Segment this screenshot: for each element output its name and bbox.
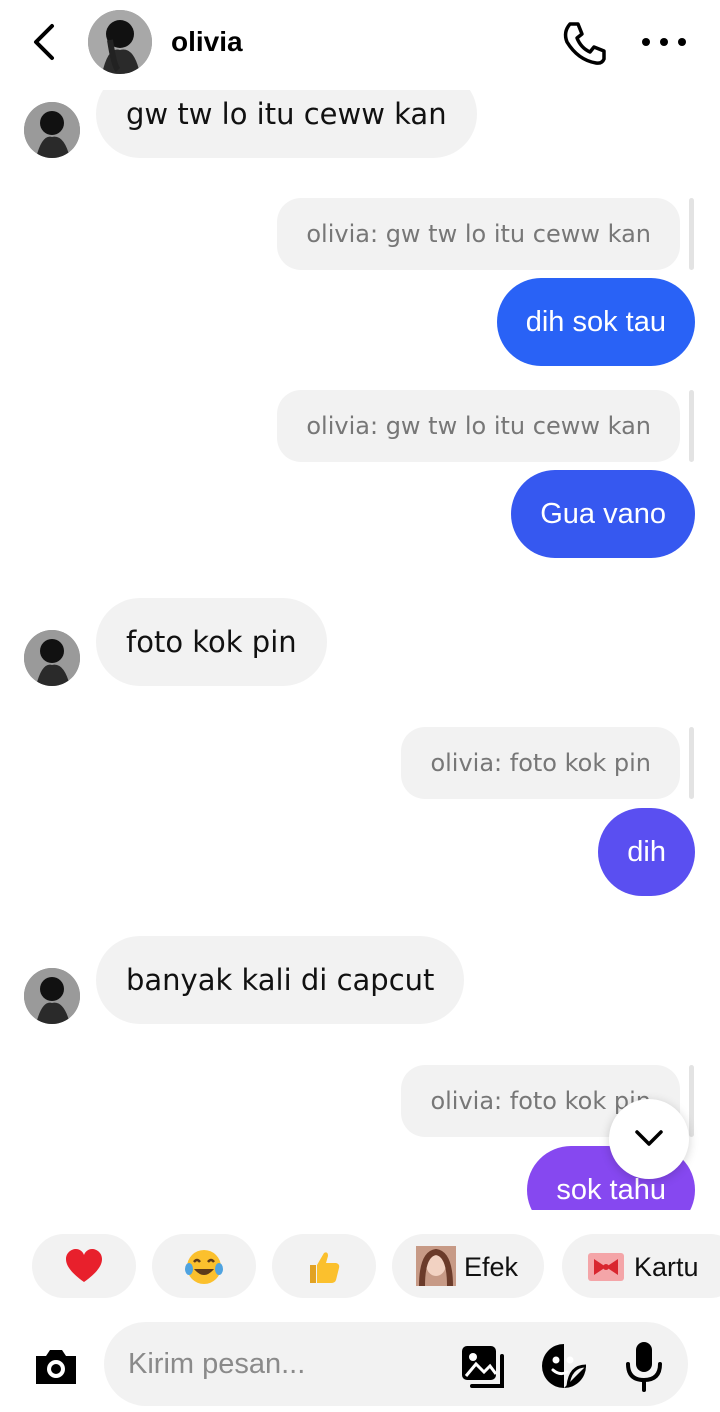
sender-avatar xyxy=(24,968,80,1024)
card-label: Kartu xyxy=(634,1252,699,1282)
tears-of-joy-icon xyxy=(185,1250,223,1284)
reply-quote[interactable]: olivia: gw tw lo itu ceww kan xyxy=(277,198,680,270)
effects-label: Efek xyxy=(464,1252,519,1282)
camera-button[interactable] xyxy=(32,1346,80,1388)
scroll-to-bottom-button[interactable] xyxy=(609,1099,689,1179)
reply-indicator xyxy=(689,198,694,270)
microphone-button[interactable] xyxy=(624,1340,664,1392)
heart-icon xyxy=(66,1249,102,1282)
chevron-down-icon xyxy=(635,1130,663,1146)
gallery-button[interactable] xyxy=(460,1344,508,1392)
incoming-message[interactable]: banyak kali di capcut xyxy=(96,936,465,1024)
chat-header: olivia xyxy=(0,0,720,90)
chevron-left-icon xyxy=(34,24,54,60)
effects-button[interactable]: Efek xyxy=(392,1234,544,1298)
laugh-reaction-button[interactable] xyxy=(152,1234,256,1298)
reply-indicator xyxy=(689,390,694,462)
quick-reactions-bar: Efek Kartu xyxy=(0,1228,720,1304)
back-button[interactable] xyxy=(24,20,64,64)
thumbs-up-reaction-button[interactable] xyxy=(272,1234,376,1298)
reply-quote[interactable]: olivia: foto kok pin xyxy=(401,727,680,799)
contact-avatar[interactable] xyxy=(88,10,152,74)
message-list[interactable]: gw tw lo itu ceww kan olivia: gw tw lo i… xyxy=(0,90,720,1210)
more-horizontal-icon xyxy=(642,38,686,46)
message-input[interactable] xyxy=(104,1322,688,1406)
outgoing-message[interactable]: Gua vano xyxy=(511,470,695,558)
sticker-icon xyxy=(542,1344,587,1388)
card-button[interactable]: Kartu xyxy=(562,1234,720,1298)
reply-quote[interactable]: olivia: gw tw lo itu ceww kan xyxy=(277,390,680,462)
more-options-button[interactable] xyxy=(636,22,692,62)
thumbs-up-icon xyxy=(310,1252,340,1283)
effect-thumbnail-icon xyxy=(416,1246,456,1286)
camera-icon xyxy=(36,1350,76,1384)
outgoing-message[interactable]: dih xyxy=(598,808,695,896)
sticker-button[interactable] xyxy=(540,1342,588,1390)
reply-indicator xyxy=(689,727,694,799)
microphone-icon xyxy=(626,1342,662,1392)
contact-name[interactable]: olivia xyxy=(171,26,243,58)
voice-call-button[interactable] xyxy=(558,18,610,68)
outgoing-message[interactable]: dih sok tau xyxy=(496,278,695,366)
gift-card-icon xyxy=(588,1253,624,1281)
heart-reaction-button[interactable] xyxy=(32,1234,136,1298)
incoming-message[interactable]: gw tw lo itu ceww kan xyxy=(96,90,477,158)
message-composer xyxy=(0,1316,720,1412)
incoming-message[interactable]: foto kok pin xyxy=(96,598,327,686)
gallery-icon xyxy=(462,1346,504,1388)
sender-avatar xyxy=(24,630,80,686)
reply-indicator xyxy=(689,1065,694,1137)
phone-icon xyxy=(563,22,606,65)
sender-avatar xyxy=(24,102,80,158)
